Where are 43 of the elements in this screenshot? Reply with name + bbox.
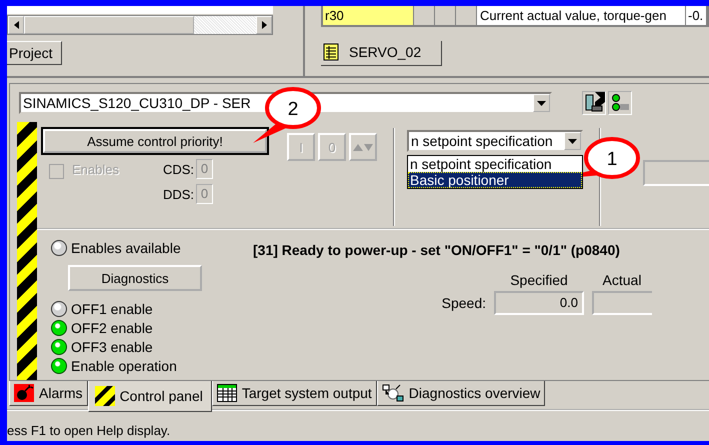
led-label: Enable operation [71,358,177,374]
field-label: DDS: [162,186,194,202]
jog-button[interactable] [349,133,377,161]
caret-icon[interactable] [568,138,577,144]
right-arrow-icon[interactable] [262,21,266,29]
speed-field: 0.0 [494,291,584,315]
status-message: [31] Ready to power-up - set "ON/OFF1" = "0/1" (p0840) [253,242,621,258]
panel-tab[interactable]: Control panel [88,381,212,412]
led-label: Enables available [71,240,181,256]
panel-tab[interactable]: Diagnostics overview [376,381,546,406]
table-cell: r30 [323,6,414,25]
speed-field [592,291,652,315]
column-header: Specified [509,272,569,288]
editor-tab[interactable]: SERVO_02 [321,41,442,66]
hazard-icon [94,386,115,406]
scrollbar[interactable] [7,15,273,35]
table-cell: Current actual value, torque-gen [477,6,686,25]
mode-select[interactable]: n setpoint specification [407,130,583,152]
help-text: ess F1 to open Help display. [7,423,170,438]
field-label: Speed: [440,295,486,311]
field-label: CDS: [162,162,194,176]
led-label: OFF2 enable [71,320,153,336]
drive-icon[interactable] [582,91,606,115]
input-field[interactable] [643,160,709,186]
table-icon [216,384,237,402]
led-label: OFF1 enable [71,300,153,316]
left-arrow-icon[interactable] [14,21,18,29]
caret-icon[interactable] [537,100,546,106]
led-label: OFF3 enable [71,338,153,354]
traffic-light-icon[interactable] [608,91,632,115]
column-header: Actual [602,272,642,288]
table-cell: -0. [686,6,707,25]
panel-tab[interactable]: Alarms [9,381,88,406]
callout: 2 [253,87,321,143]
diagnostics-button[interactable]: Diagnostics [68,265,202,291]
up-down-arrows-icon [352,142,374,152]
table-icon [323,43,339,61]
project-tab[interactable]: Project [7,41,62,65]
assume-control-priority-button[interactable]: Assume control priority! [43,129,267,153]
network-icon [382,384,404,402]
dropdown-option[interactable]: Basic positioner [408,172,582,188]
bomb-icon [14,384,34,402]
panel-tab[interactable]: Target system output [212,381,377,406]
